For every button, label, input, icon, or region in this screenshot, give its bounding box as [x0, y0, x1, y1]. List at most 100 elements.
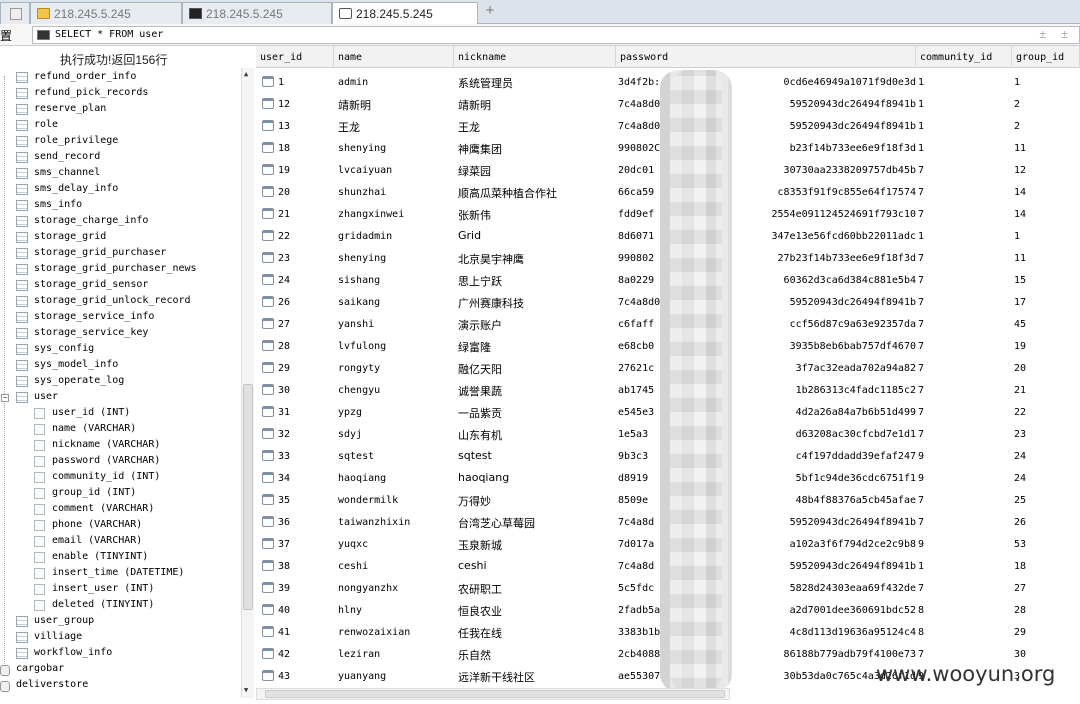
- cell-community-id[interactable]: 7: [918, 357, 1010, 379]
- cell-community-id[interactable]: 7: [918, 247, 1010, 269]
- tree-table-item[interactable]: storage_grid_purchaser: [16, 246, 240, 262]
- cell-nickname[interactable]: 恒良农业: [458, 599, 616, 621]
- tree-table-item[interactable]: sys_model_info: [16, 358, 240, 374]
- cell-nickname[interactable]: 乐自然: [458, 643, 616, 665]
- tree-column-item[interactable]: group_id (INT): [34, 486, 240, 502]
- tree-column-item[interactable]: nickname (VARCHAR): [34, 438, 240, 454]
- cell-user-id[interactable]: 1: [278, 71, 334, 93]
- cell-user-id[interactable]: 34: [278, 467, 334, 489]
- cell-community-id[interactable]: 1: [918, 225, 1010, 247]
- tree-column-item[interactable]: insert_time (DATETIME): [34, 566, 240, 582]
- cell-nickname[interactable]: 山东有机: [458, 423, 616, 445]
- cell-group-id[interactable]: 22: [1014, 401, 1078, 423]
- cell-user-id[interactable]: 13: [278, 115, 334, 137]
- cell-nickname[interactable]: 靖新明: [458, 93, 616, 115]
- cell-name[interactable]: 靖新明: [338, 93, 454, 115]
- cell-name[interactable]: sishang: [338, 269, 454, 291]
- cell-group-id[interactable]: 11: [1014, 247, 1078, 269]
- cell-community-id[interactable]: 1: [918, 115, 1010, 137]
- cell-group-id[interactable]: 14: [1014, 181, 1078, 203]
- cell-nickname[interactable]: sqtest: [458, 445, 616, 467]
- cell-nickname[interactable]: 一品紫贡: [458, 401, 616, 423]
- cell-nickname[interactable]: 农研职工: [458, 577, 616, 599]
- cell-password-end[interactable]: a2d7001dee360691bdc52: [730, 599, 916, 621]
- tree-table-item[interactable]: storage_grid: [16, 230, 240, 246]
- tree-column-item[interactable]: phone (VARCHAR): [34, 518, 240, 534]
- cell-name[interactable]: yuqxc: [338, 533, 454, 555]
- cell-community-id[interactable]: 9: [918, 445, 1010, 467]
- cell-nickname[interactable]: 思上宁跃: [458, 269, 616, 291]
- cell-password-end[interactable]: c4f197ddadd39efaf247: [730, 445, 916, 467]
- cell-group-id[interactable]: 24: [1014, 445, 1078, 467]
- cell-community-id[interactable]: 9: [918, 533, 1010, 555]
- tree-database-item[interactable]: cargobar: [0, 662, 240, 678]
- cell-group-id[interactable]: 20: [1014, 357, 1078, 379]
- cell-name[interactable]: renwozaixian: [338, 621, 454, 643]
- cell-nickname[interactable]: 系统管理员: [458, 71, 616, 93]
- cell-community-id[interactable]: 7: [918, 489, 1010, 511]
- grid-horizontal-scrollbar[interactable]: [256, 688, 730, 700]
- cell-user-id[interactable]: 39: [278, 577, 334, 599]
- tree-table-item[interactable]: villiage: [16, 630, 240, 646]
- cell-community-id[interactable]: 7: [918, 313, 1010, 335]
- cell-community-id[interactable]: 7: [918, 203, 1010, 225]
- cell-password-end[interactable]: 59520943dc26494f8941b: [730, 93, 916, 115]
- cell-user-id[interactable]: 33: [278, 445, 334, 467]
- cell-community-id[interactable]: 1: [918, 555, 1010, 577]
- cell-user-id[interactable]: 30: [278, 379, 334, 401]
- cell-group-id[interactable]: 28: [1014, 599, 1078, 621]
- tree-column-item[interactable]: comment (VARCHAR): [34, 502, 240, 518]
- cell-group-id[interactable]: 2: [1014, 115, 1078, 137]
- tree-database-item[interactable]: deliverstore: [0, 678, 240, 694]
- tree-table-item[interactable]: storage_grid_purchaser_news: [16, 262, 240, 278]
- tree-table-item[interactable]: refund_pick_records: [16, 86, 240, 102]
- cell-community-id[interactable]: 7: [918, 511, 1010, 533]
- cell-name[interactable]: saikang: [338, 291, 454, 313]
- cell-name[interactable]: lvcaiyuan: [338, 159, 454, 181]
- tab-database[interactable]: 218.245.5.245: [332, 2, 478, 25]
- tree-table-item[interactable]: user: [16, 390, 240, 406]
- cell-community-id[interactable]: 1: [918, 93, 1010, 115]
- column-header-community-id[interactable]: community_id: [916, 46, 1012, 68]
- tree-column-item[interactable]: community_id (INT): [34, 470, 240, 486]
- cell-user-id[interactable]: 19: [278, 159, 334, 181]
- cell-community-id[interactable]: 7: [918, 181, 1010, 203]
- cell-user-id[interactable]: 32: [278, 423, 334, 445]
- cell-nickname[interactable]: 神鹰集团: [458, 137, 616, 159]
- cell-group-id[interactable]: 21: [1014, 379, 1078, 401]
- cell-nickname[interactable]: 任我在线: [458, 621, 616, 643]
- collapse-icon[interactable]: −: [1, 394, 9, 402]
- tree-table-item[interactable]: workflow_info: [16, 646, 240, 662]
- cell-password-end[interactable]: 0cd6e46949a1071f9d0e3d: [730, 71, 916, 93]
- cell-group-id[interactable]: 53: [1014, 533, 1078, 555]
- cell-user-id[interactable]: 21: [278, 203, 334, 225]
- cell-group-id[interactable]: 26: [1014, 511, 1078, 533]
- cell-community-id[interactable]: 1: [918, 137, 1010, 159]
- cell-community-id[interactable]: 8: [918, 599, 1010, 621]
- cell-nickname[interactable]: Grid: [458, 225, 616, 247]
- cell-group-id[interactable]: 1: [1014, 225, 1078, 247]
- cell-name[interactable]: hlny: [338, 599, 454, 621]
- tree-table-item[interactable]: role_privilege: [16, 134, 240, 150]
- cell-user-id[interactable]: 36: [278, 511, 334, 533]
- cell-name[interactable]: shenying: [338, 137, 454, 159]
- cell-group-id[interactable]: 45: [1014, 313, 1078, 335]
- cell-password-end[interactable]: 5828d24303eaa69f432de: [730, 577, 916, 599]
- cell-password-end[interactable]: 30730aa2338209757db45b: [730, 159, 916, 181]
- cell-nickname[interactable]: haoqiang: [458, 467, 616, 489]
- cell-community-id[interactable]: 1: [918, 71, 1010, 93]
- cell-user-id[interactable]: 24: [278, 269, 334, 291]
- cell-user-id[interactable]: 38: [278, 555, 334, 577]
- cell-name[interactable]: zhangxinwei: [338, 203, 454, 225]
- cell-password-end[interactable]: 347e13e56fcd60bb22011adc: [730, 225, 917, 247]
- cell-name[interactable]: gridadmin: [338, 225, 454, 247]
- cell-name[interactable]: wondermilk: [338, 489, 454, 511]
- cell-nickname[interactable]: 玉泉新城: [458, 533, 616, 555]
- cell-user-id[interactable]: 43: [278, 665, 334, 687]
- tree-table-item[interactable]: user_group: [16, 614, 240, 630]
- tree-column-item[interactable]: enable (TINYINT): [34, 550, 240, 566]
- cell-password-end[interactable]: b23f14b733ee6e9f18f3d: [730, 137, 916, 159]
- cell-nickname[interactable]: 远洋新干线社区: [458, 665, 616, 687]
- cell-user-id[interactable]: 41: [278, 621, 334, 643]
- cell-password-end[interactable]: 59520943dc26494f8941b: [730, 555, 916, 577]
